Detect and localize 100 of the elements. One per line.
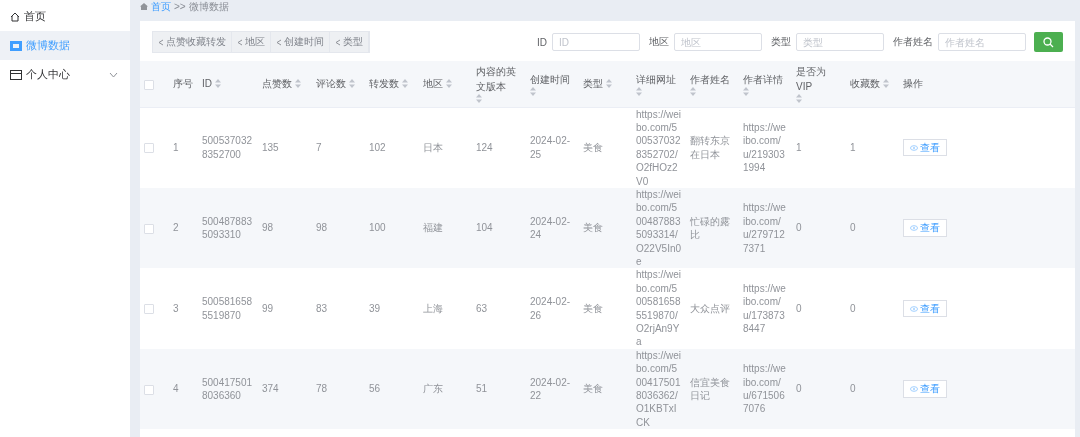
table-cell: 102 xyxy=(369,142,386,153)
home-icon xyxy=(140,3,148,10)
chevron-left-icon xyxy=(158,38,164,46)
table-cell: 美食 xyxy=(583,142,603,153)
view-button[interactable]: 查看 xyxy=(903,139,947,157)
table-cell: 5004878835093310 xyxy=(202,215,253,241)
table-cell: 7 xyxy=(316,142,322,153)
table-cell: 39 xyxy=(369,302,381,314)
breadcrumb-link[interactable]: 微博数据 xyxy=(188,0,229,14)
checkbox[interactable] xyxy=(144,143,154,154)
table-cell: 98 xyxy=(262,222,274,234)
table-cell: 0 xyxy=(796,222,802,234)
table-cell: 翻转东京在日本 xyxy=(690,135,730,160)
table-cell: 2024-02-25 xyxy=(530,135,571,160)
table-cell: 0 xyxy=(850,383,856,395)
eye-icon xyxy=(910,144,918,151)
checkbox[interactable] xyxy=(144,384,154,395)
sort-icon[interactable] xyxy=(446,79,452,89)
table-cell: 2 xyxy=(173,222,179,234)
checkbox[interactable] xyxy=(144,304,154,315)
nav-item[interactable]: 首页 xyxy=(0,2,130,31)
table-cell: 124 xyxy=(476,142,493,153)
nav-item[interactable]: 个人中心 xyxy=(0,60,130,89)
table-cell: 上海 xyxy=(423,302,443,314)
table-cell: 广东 xyxy=(423,383,443,395)
table-cell: 2024-02-26 xyxy=(530,296,571,321)
eye-icon xyxy=(910,386,918,393)
table-cell: 0 xyxy=(796,383,802,395)
table-cell: https://weibo.com/u/1738738447 xyxy=(743,282,786,334)
column-header: 序号 xyxy=(173,77,193,92)
sort-icon[interactable] xyxy=(476,94,482,104)
column-header: 点赞数 xyxy=(262,77,292,92)
table-cell: 1 xyxy=(173,142,179,153)
column-header: 类型 xyxy=(583,77,603,92)
column-header: 评论数 xyxy=(316,77,346,92)
checkbox[interactable] xyxy=(144,79,154,90)
table-cell: 135 xyxy=(262,142,279,153)
sort-icon[interactable] xyxy=(530,86,536,96)
view-button[interactable]: 查看 xyxy=(903,380,947,398)
column-header: 地区 xyxy=(423,77,443,92)
table-cell: https://weibo.com/5004175018036362/O1KBTxICK xyxy=(636,349,682,428)
sort-icon[interactable] xyxy=(295,79,301,89)
search-button[interactable] xyxy=(1034,32,1063,52)
search-field[interactable]: ID xyxy=(552,33,640,51)
table-cell: 83 xyxy=(316,302,328,314)
table-cell: 信宜美食日记 xyxy=(690,376,730,402)
table-cell: 美食 xyxy=(583,383,603,395)
field-label: 地区 xyxy=(649,35,669,49)
sort-icon[interactable] xyxy=(690,86,696,96)
table-cell: 78 xyxy=(316,383,328,395)
column-header: 创建时间 xyxy=(530,72,570,87)
table-cell: 98 xyxy=(316,222,328,234)
table-cell: 99 xyxy=(262,302,274,314)
sort-icon[interactable] xyxy=(743,86,749,96)
table-cell: https://weibo.com/u/2193031994 xyxy=(743,121,786,174)
field-label: ID xyxy=(537,36,547,48)
sort-icon[interactable] xyxy=(215,79,221,89)
table-cell: https://weibo.com/u/6715067076 xyxy=(743,363,786,415)
table-cell: 美食 xyxy=(583,222,603,234)
grid-icon xyxy=(10,40,22,51)
table-cell: 56 xyxy=(369,383,381,395)
sort-icon[interactable] xyxy=(606,79,612,89)
table-cell: 51 xyxy=(476,383,488,395)
table-cell: 4 xyxy=(173,383,179,395)
search-field[interactable]: 地区 xyxy=(674,33,762,51)
sort-icon[interactable] xyxy=(349,79,355,89)
column-header: 作者姓名 xyxy=(690,72,730,87)
breadcrumb-link[interactable]: 首页 xyxy=(151,0,171,14)
nav-item[interactable]: 微博数据 xyxy=(0,31,130,60)
chevron-left-icon xyxy=(335,38,341,46)
table-cell: 大众点评 xyxy=(690,302,730,314)
column-header: 内容的英文版本 xyxy=(476,65,517,95)
card-icon xyxy=(10,69,22,80)
eye-icon xyxy=(910,225,918,232)
table-cell: 104 xyxy=(476,222,493,234)
table-cell: 3 xyxy=(173,302,179,314)
checkbox[interactable] xyxy=(144,223,154,234)
column-header: 详细网址 xyxy=(636,72,676,87)
sort-icon[interactable] xyxy=(883,79,889,89)
field-label: 类型 xyxy=(771,35,791,49)
table-cell: 5005816585519870 xyxy=(202,296,253,321)
table-cell: 忙碌的露比 xyxy=(690,215,730,241)
sort-icon[interactable] xyxy=(636,86,642,96)
table-cell: 0 xyxy=(850,222,856,234)
table-cell: 美食 xyxy=(583,302,603,314)
table-cell: 100 xyxy=(369,222,386,234)
table-cell: 5004175018036360 xyxy=(202,376,253,402)
field-label: 作者姓名 xyxy=(893,35,933,49)
chevron-left-icon xyxy=(237,38,243,46)
table-cell: 63 xyxy=(476,302,488,314)
column-header: ID xyxy=(202,77,212,92)
table-cell: 374 xyxy=(262,383,279,395)
search-icon xyxy=(1043,36,1054,48)
view-button[interactable]: 查看 xyxy=(903,299,947,318)
sort-icon[interactable] xyxy=(402,79,408,89)
view-button[interactable]: 查看 xyxy=(903,219,947,237)
chevron-left-icon xyxy=(276,38,282,46)
sort-icon[interactable] xyxy=(796,94,802,104)
table-cell: 福建 xyxy=(423,222,443,234)
column-header: 操作 xyxy=(903,77,923,92)
